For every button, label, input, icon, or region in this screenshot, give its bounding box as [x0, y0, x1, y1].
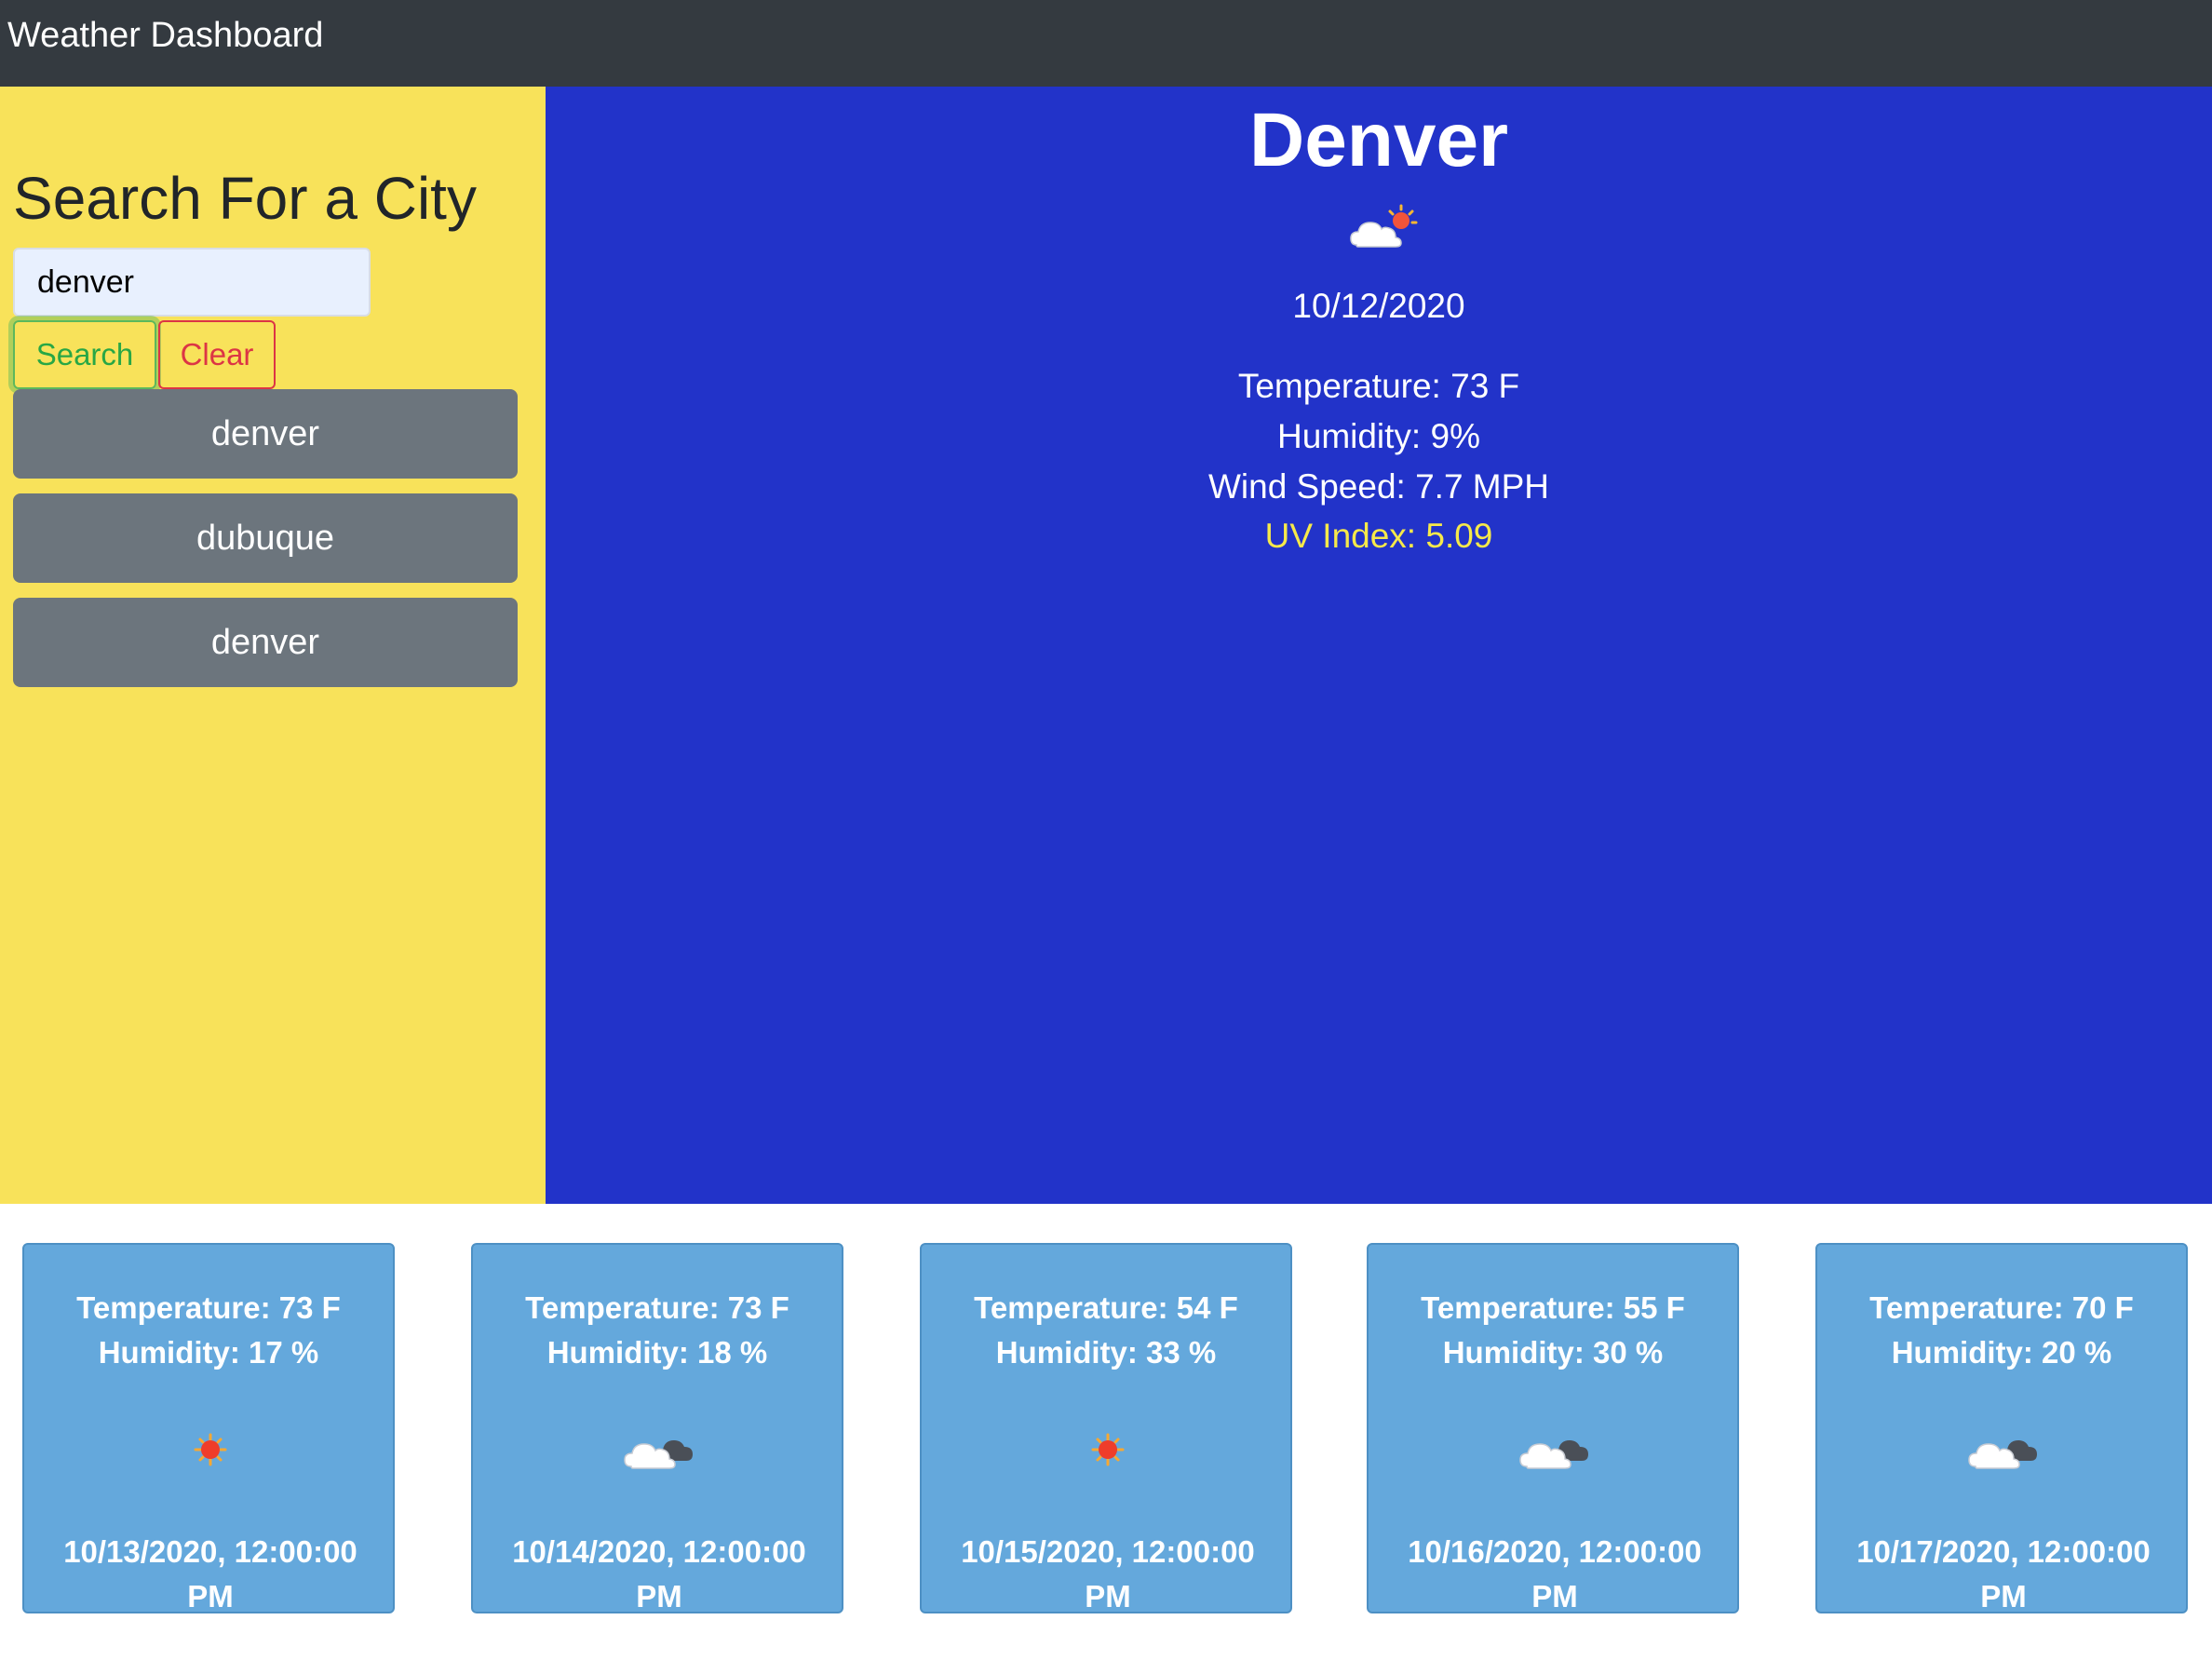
clear-button[interactable]: Clear	[158, 320, 276, 389]
history-button-denver-2[interactable]: denver	[13, 598, 518, 687]
sun-icon	[194, 1433, 227, 1466]
forecast-temperature: Temperature: 54 F	[974, 1290, 1238, 1325]
partly-cloudy-icon	[1350, 204, 1418, 248]
current-date: 10/12/2020	[1292, 287, 1465, 325]
forecast-card: Temperature: 73 F Humidity: 18 % 10/14/2…	[471, 1243, 843, 1613]
forecast-card: Temperature: 54 F Humidity: 33 % 10/15/2…	[920, 1243, 1292, 1613]
forecast-card: Temperature: 55 F Humidity: 30 % 10/16/2…	[1367, 1243, 1739, 1613]
forecast-temperature: Temperature: 70 F	[1869, 1290, 2134, 1325]
forecast-date: 10/14/2020, 12:00:00 PM	[512, 1534, 806, 1613]
current-humidity: Humidity: 9%	[1277, 417, 1480, 455]
forecast-humidity: Humidity: 18 %	[546, 1335, 768, 1370]
search-heading: Search For a City	[13, 165, 477, 232]
forecast-card: Temperature: 73 F Humidity: 17 % 10/13/2…	[22, 1243, 395, 1613]
current-weather-panel: Denver 10/12/2020 Temperature: 73 F Humi…	[546, 87, 2212, 1204]
city-name: Denver	[1248, 98, 1509, 182]
city-search-input[interactable]	[13, 248, 371, 317]
search-sidebar: Search For a City Search Clear denver du…	[0, 87, 546, 1204]
forecast-humidity: Humidity: 33 %	[995, 1335, 1217, 1370]
forecast-temperature: Temperature: 73 F	[525, 1290, 789, 1325]
cloud-icon	[624, 1440, 693, 1469]
app-title[interactable]: Weather Dashboard	[7, 13, 323, 58]
cloud-icon	[1519, 1440, 1588, 1469]
five-day-forecast: Temperature: 73 F Humidity: 17 % 10/13/2…	[0, 1204, 2212, 1674]
history-button-denver[interactable]: denver	[13, 389, 518, 479]
forecast-date: 10/17/2020, 12:00:00 PM	[1856, 1534, 2151, 1613]
forecast-humidity: Humidity: 30 %	[1442, 1335, 1664, 1370]
current-uv-index: UV Index: 5.09	[1264, 517, 1493, 555]
cloud-icon	[1968, 1440, 2037, 1469]
forecast-temperature: Temperature: 73 F	[76, 1290, 341, 1325]
forecast-date: 10/13/2020, 12:00:00 PM	[63, 1534, 357, 1613]
history-button-dubuque[interactable]: dubuque	[13, 493, 518, 583]
forecast-humidity: Humidity: 17 %	[98, 1335, 319, 1370]
current-temperature: Temperature: 73 F	[1237, 367, 1520, 405]
forecast-date: 10/16/2020, 12:00:00 PM	[1408, 1534, 1702, 1613]
forecast-card: Temperature: 70 F Humidity: 20 % 10/17/2…	[1815, 1243, 2188, 1613]
forecast-temperature: Temperature: 55 F	[1421, 1290, 1685, 1325]
current-wind-speed: Wind Speed: 7.7 MPH	[1207, 467, 1550, 506]
forecast-humidity: Humidity: 20 %	[1891, 1335, 2112, 1370]
navbar: Weather Dashboard	[0, 0, 2212, 87]
sun-icon	[1091, 1433, 1125, 1466]
search-button[interactable]: Search	[13, 320, 156, 389]
forecast-date: 10/15/2020, 12:00:00 PM	[961, 1534, 1255, 1613]
